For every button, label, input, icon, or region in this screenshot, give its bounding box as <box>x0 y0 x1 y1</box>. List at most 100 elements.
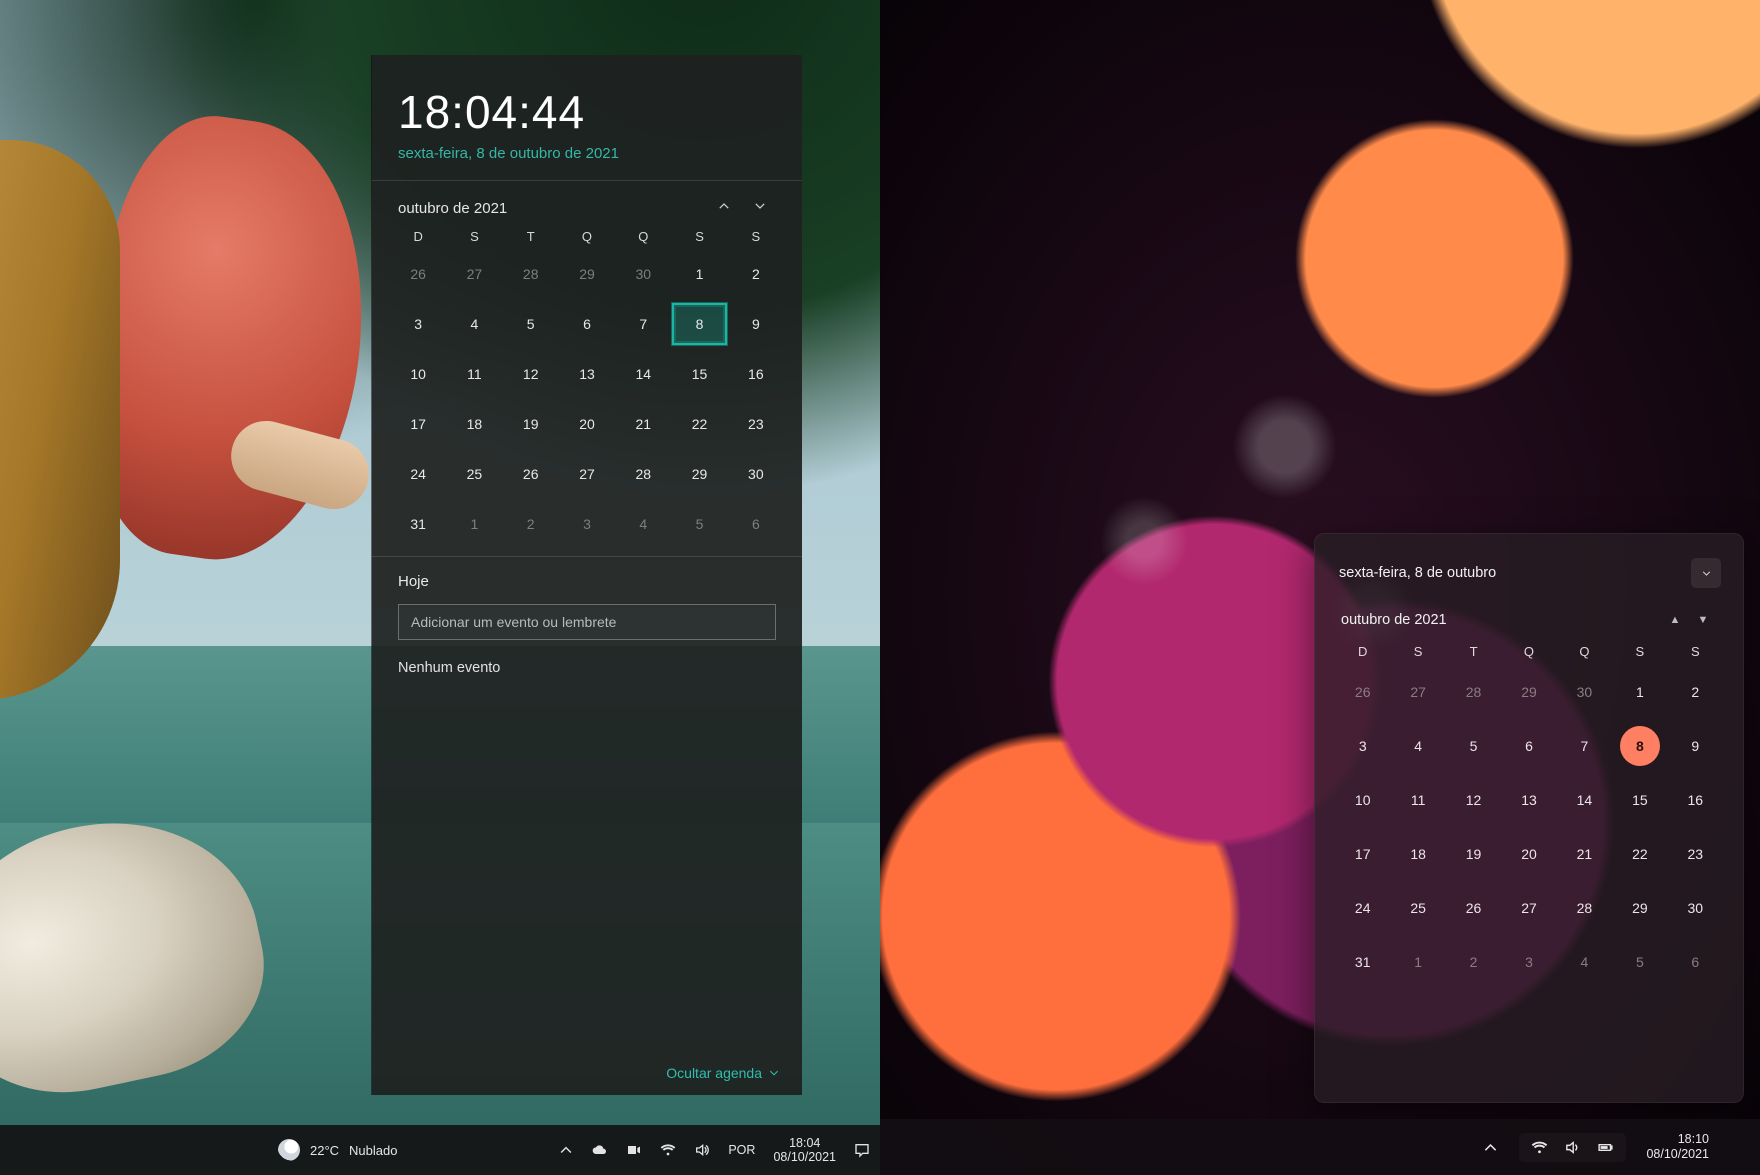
calendar-day[interactable]: 21 <box>615 402 671 446</box>
calendar-day[interactable]: 18 <box>446 402 502 446</box>
calendar-day[interactable]: 6 <box>559 302 615 346</box>
calendar-day[interactable]: 7 <box>615 302 671 346</box>
calendar-day[interactable]: 28 <box>615 452 671 496</box>
calendar-day[interactable]: 26 <box>1335 669 1390 715</box>
calendar-day[interactable]: 30 <box>1557 669 1612 715</box>
action-center-button[interactable] <box>854 1142 870 1158</box>
onedrive-icon[interactable] <box>592 1142 608 1158</box>
calendar-day[interactable]: 2 <box>1668 669 1723 715</box>
calendar-day[interactable]: 27 <box>446 252 502 296</box>
calendar-day[interactable]: 27 <box>1501 885 1556 931</box>
add-event-input[interactable] <box>398 604 776 640</box>
calendar-day[interactable]: 4 <box>615 502 671 546</box>
month-label[interactable]: outubro de 2021 <box>1341 612 1661 628</box>
calendar-day[interactable]: 5 <box>503 302 559 346</box>
calendar-day[interactable]: 30 <box>615 252 671 296</box>
calendar-day[interactable]: 29 <box>671 452 727 496</box>
calendar-day[interactable]: 31 <box>1335 939 1390 985</box>
language-indicator[interactable]: POR <box>728 1143 755 1157</box>
calendar-day[interactable]: 11 <box>1390 777 1445 823</box>
calendar-day[interactable]: 24 <box>1335 885 1390 931</box>
calendar-day[interactable]: 3 <box>1501 939 1556 985</box>
next-month-button[interactable] <box>742 199 778 217</box>
calendar-day[interactable]: 4 <box>446 302 502 346</box>
calendar-day[interactable]: 2 <box>1446 939 1501 985</box>
calendar-day[interactable]: 28 <box>1557 885 1612 931</box>
calendar-day[interactable]: 19 <box>1446 831 1501 877</box>
calendar-day[interactable]: 3 <box>390 302 446 346</box>
taskbar-clock[interactable]: 18:10 08/10/2021 <box>1646 1132 1709 1162</box>
win10-taskbar[interactable]: 22°C Nublado POR 18:04 08/10/2021 <box>0 1125 880 1175</box>
calendar-day[interactable]: 5 <box>1612 939 1667 985</box>
calendar-day[interactable]: 27 <box>559 452 615 496</box>
calendar-day[interactable]: 4 <box>1557 939 1612 985</box>
calendar-day[interactable]: 14 <box>1557 777 1612 823</box>
calendar-day[interactable]: 29 <box>1612 885 1667 931</box>
next-month-button[interactable]: ▼ <box>1689 614 1717 626</box>
tray-overflow-button[interactable] <box>1482 1139 1499 1156</box>
calendar-day[interactable]: 20 <box>1501 831 1556 877</box>
calendar-day[interactable]: 5 <box>1446 723 1501 769</box>
hide-agenda-button[interactable]: Ocultar agenda <box>666 1065 780 1081</box>
calendar-day[interactable]: 24 <box>390 452 446 496</box>
meet-now-icon[interactable] <box>626 1142 642 1158</box>
calendar-day[interactable]: 12 <box>503 352 559 396</box>
calendar-day[interactable]: 1 <box>1612 669 1667 715</box>
calendar-day[interactable]: 26 <box>390 252 446 296</box>
calendar-day[interactable]: 15 <box>1612 777 1667 823</box>
calendar-day[interactable]: 30 <box>728 452 784 496</box>
prev-month-button[interactable]: ▲ <box>1661 614 1689 626</box>
calendar-day[interactable]: 1 <box>446 502 502 546</box>
focus-assist-button[interactable] <box>1729 1139 1746 1156</box>
calendar-day[interactable]: 11 <box>446 352 502 396</box>
calendar-day[interactable]: 22 <box>671 402 727 446</box>
calendar-day[interactable]: 19 <box>503 402 559 446</box>
calendar-day[interactable]: 13 <box>1501 777 1556 823</box>
calendar-day[interactable]: 18 <box>1390 831 1445 877</box>
calendar-day[interactable]: 4 <box>1390 723 1445 769</box>
calendar-day[interactable]: 28 <box>503 252 559 296</box>
calendar-day[interactable]: 5 <box>671 502 727 546</box>
network-icon[interactable] <box>660 1142 676 1158</box>
date-full[interactable]: sexta-feira, 8 de outubro <box>1339 565 1691 581</box>
calendar-day[interactable]: 21 <box>1557 831 1612 877</box>
calendar-day[interactable]: 6 <box>1501 723 1556 769</box>
calendar-day[interactable]: 31 <box>390 502 446 546</box>
calendar-day[interactable]: 6 <box>1668 939 1723 985</box>
calendar-day[interactable]: 15 <box>671 352 727 396</box>
calendar-day[interactable]: 1 <box>671 252 727 296</box>
collapse-button[interactable] <box>1691 558 1721 588</box>
calendar-day[interactable]: 17 <box>1335 831 1390 877</box>
calendar-day[interactable]: 16 <box>728 352 784 396</box>
calendar-day[interactable]: 27 <box>1390 669 1445 715</box>
calendar-day[interactable]: 25 <box>1390 885 1445 931</box>
calendar-day[interactable]: 2 <box>503 502 559 546</box>
calendar-day[interactable]: 23 <box>1668 831 1723 877</box>
calendar-day[interactable]: 17 <box>390 402 446 446</box>
taskbar-clock[interactable]: 18:04 08/10/2021 <box>773 1136 836 1165</box>
volume-icon[interactable] <box>694 1142 710 1158</box>
calendar-day[interactable]: 1 <box>1390 939 1445 985</box>
calendar-day[interactable]: 3 <box>1335 723 1390 769</box>
calendar-day[interactable]: 9 <box>1668 723 1723 769</box>
calendar-day[interactable]: 20 <box>559 402 615 446</box>
calendar-day[interactable]: 16 <box>1668 777 1723 823</box>
calendar-day[interactable]: 25 <box>446 452 502 496</box>
month-label[interactable]: outubro de 2021 <box>398 200 706 217</box>
calendar-day-today[interactable]: 8 <box>671 302 727 346</box>
calendar-day[interactable]: 29 <box>1501 669 1556 715</box>
calendar-day[interactable]: 3 <box>559 502 615 546</box>
tray-overflow-button[interactable] <box>558 1142 574 1158</box>
clock-date-link[interactable]: sexta-feira, 8 de outubro de 2021 <box>398 145 776 162</box>
calendar-day[interactable]: 29 <box>559 252 615 296</box>
calendar-day[interactable]: 14 <box>615 352 671 396</box>
calendar-day[interactable]: 2 <box>728 252 784 296</box>
calendar-day[interactable]: 12 <box>1446 777 1501 823</box>
prev-month-button[interactable] <box>706 199 742 217</box>
calendar-day[interactable]: 13 <box>559 352 615 396</box>
weather-widget[interactable]: 22°C Nublado <box>278 1139 397 1161</box>
calendar-day[interactable]: 26 <box>503 452 559 496</box>
calendar-day[interactable]: 10 <box>1335 777 1390 823</box>
win11-taskbar[interactable]: 18:10 08/10/2021 <box>880 1119 1760 1175</box>
calendar-day[interactable]: 10 <box>390 352 446 396</box>
